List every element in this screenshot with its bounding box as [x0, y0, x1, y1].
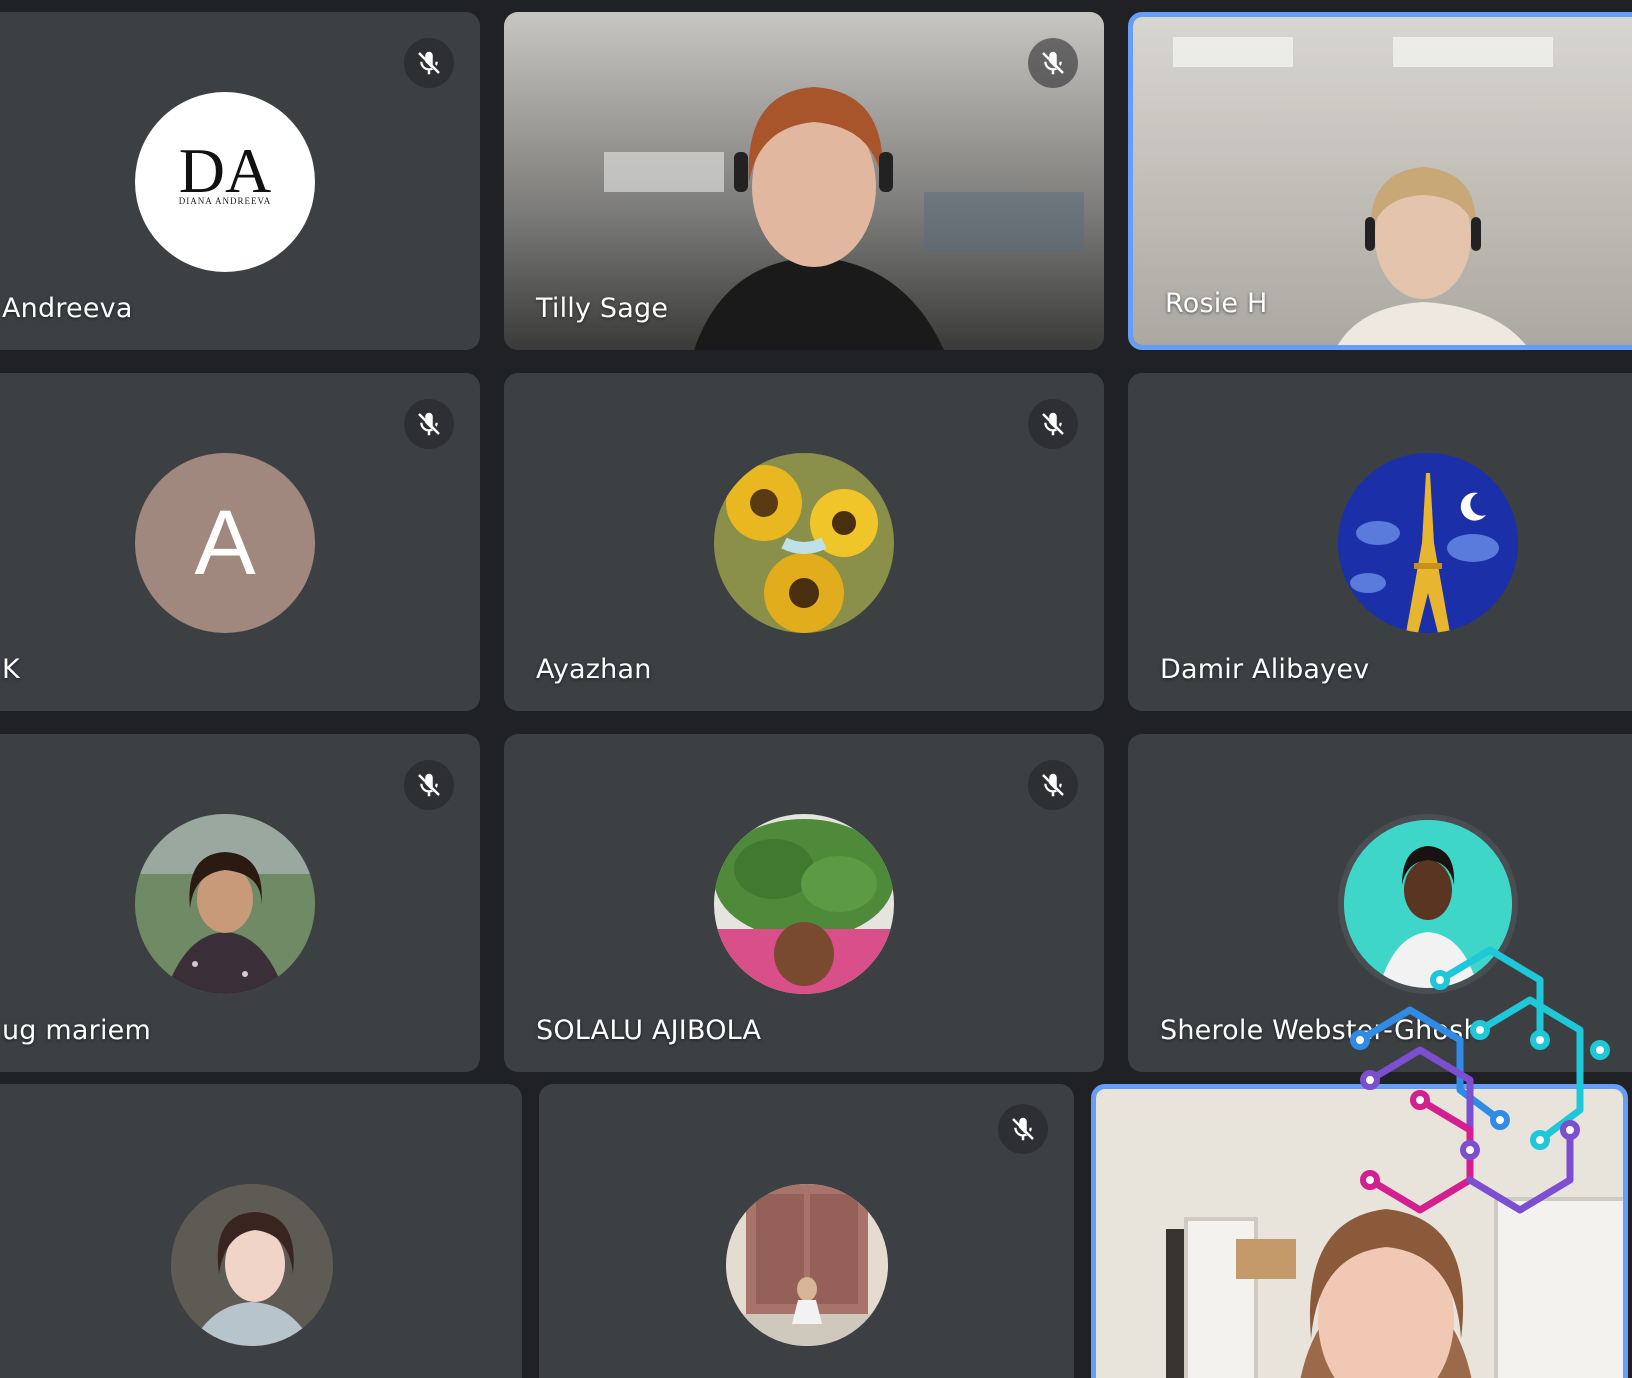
mic-off-icon: [1028, 760, 1078, 810]
portrait-photo: [135, 814, 315, 994]
circuit-hexagon-logo: [1340, 920, 1620, 1240]
avatar-letter: A: [135, 453, 315, 633]
participant-name: SOLALU AJIBOLA: [536, 1015, 762, 1046]
participant-name: K: [2, 654, 20, 685]
tree-mural-photo: [714, 814, 894, 994]
participant-name: Tilly Sage: [536, 293, 669, 324]
participant-tile-unnamed-2[interactable]: [539, 1084, 1074, 1378]
participant-name: ug mariem: [2, 1015, 151, 1046]
participant-grid: DA DIANA ANDREEVA Andreeva Tilly Sage Ro…: [0, 0, 1632, 1378]
participant-tile-rosie-h[interactable]: Rosie H: [1128, 12, 1632, 350]
avatar-logo: DA DIANA ANDREEVA: [135, 92, 315, 272]
participant-tile-unnamed-1[interactable]: [0, 1084, 522, 1378]
participant-tile-ug-mariem[interactable]: ug mariem: [0, 734, 480, 1072]
logo-text: DIANA ANDREEVA: [179, 196, 272, 206]
participant-tile-andreeva[interactable]: DA DIANA ANDREEVA Andreeva: [0, 12, 480, 350]
sunflower-photo: [714, 453, 894, 633]
building-door-photo: [725, 1184, 888, 1346]
participant-tile-ayazhan[interactable]: Ayazhan: [504, 373, 1104, 711]
mic-off-icon: [1028, 399, 1078, 449]
mic-off-icon: [404, 760, 454, 810]
participant-name: Damir Alibayev: [1160, 654, 1370, 685]
mic-off-icon: [404, 399, 454, 449]
mic-off-icon: [998, 1104, 1048, 1154]
eiffel-tower-photo: [1338, 453, 1518, 633]
participant-tile-tilly-sage[interactable]: Tilly Sage: [504, 12, 1104, 350]
avatar-letter-text: A: [194, 491, 256, 594]
participant-tile-damir-alibayev[interactable]: Damir Alibayev: [1128, 373, 1632, 711]
participant-name: Andreeva: [2, 293, 133, 324]
portrait-photo: [171, 1184, 333, 1346]
participant-name: Rosie H: [1165, 288, 1268, 319]
mic-off-icon: [1028, 38, 1078, 88]
participant-tile-k[interactable]: A K: [0, 373, 480, 711]
participant-name: Ayazhan: [536, 654, 652, 685]
mic-off-icon: [404, 38, 454, 88]
participant-tile-solalu-ajibola[interactable]: SOLALU AJIBOLA: [504, 734, 1104, 1072]
